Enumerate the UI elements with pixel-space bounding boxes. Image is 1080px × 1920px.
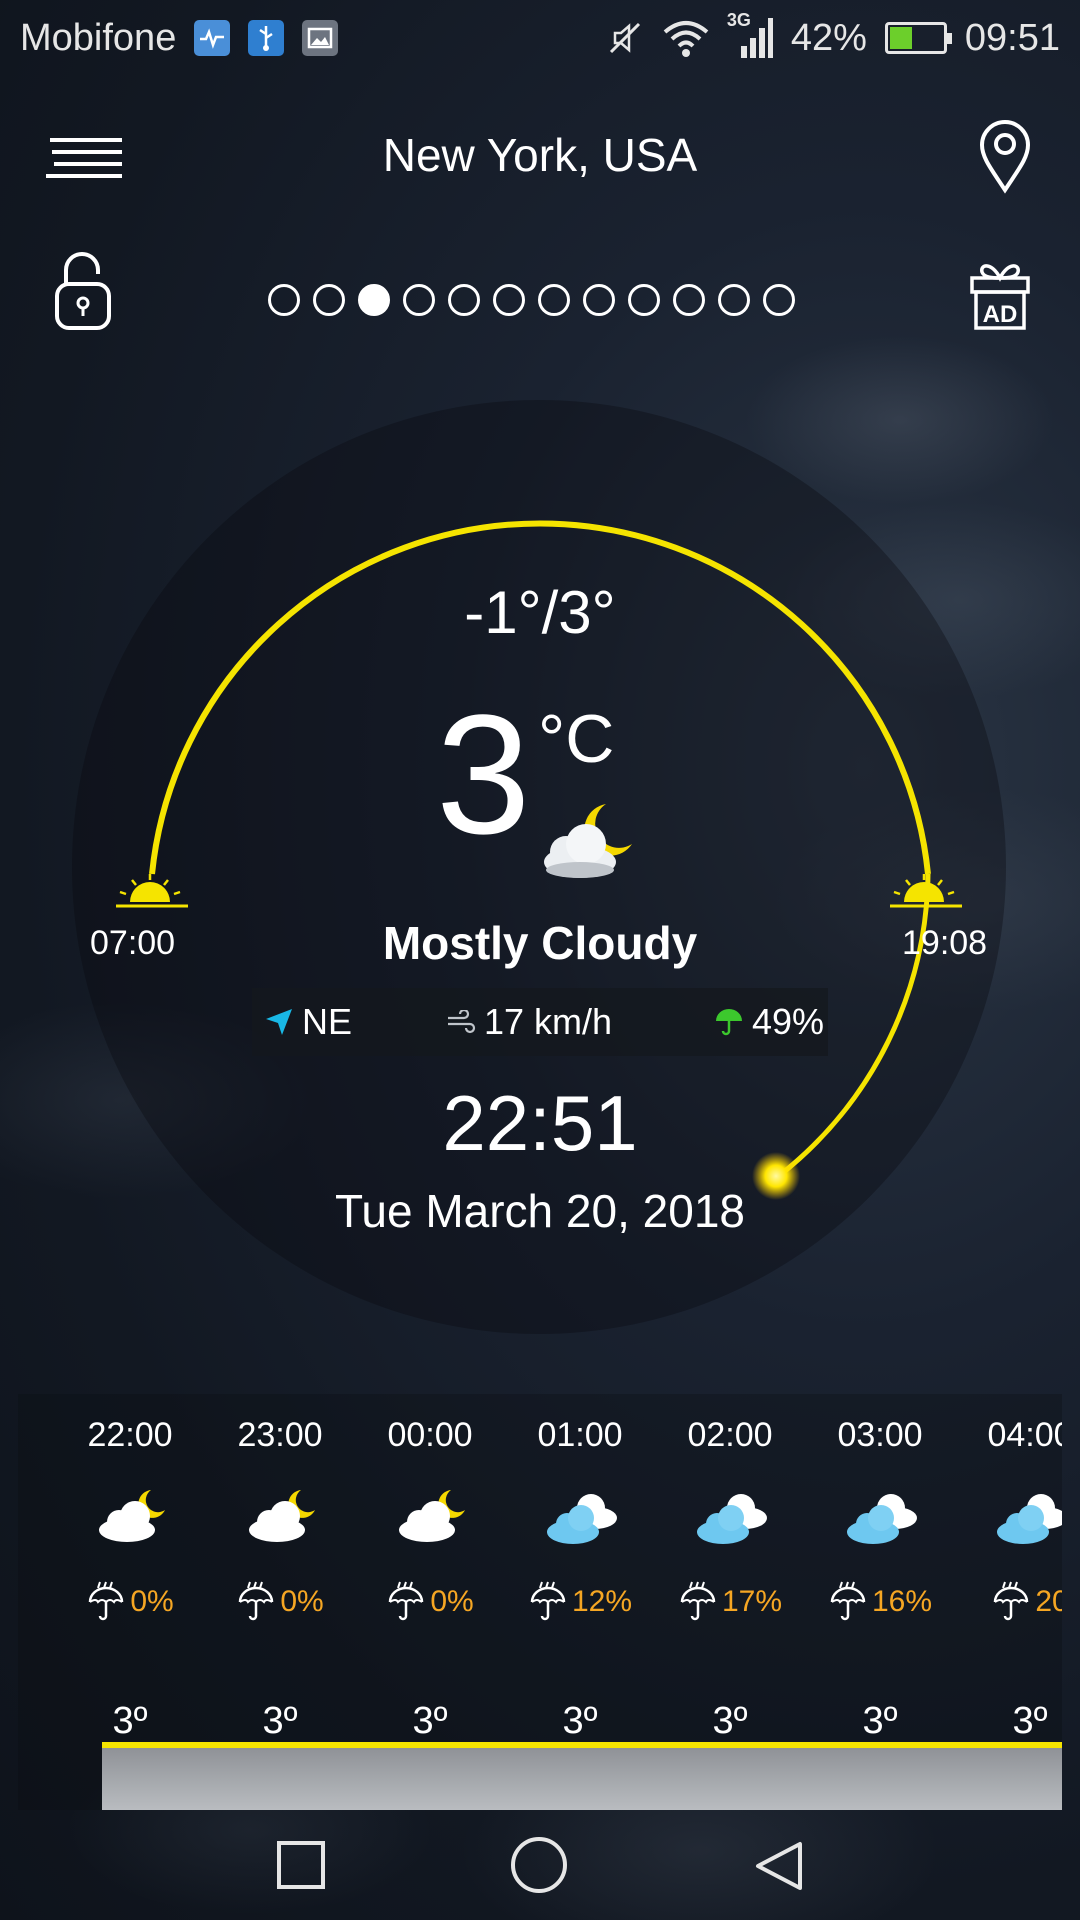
temperature-unit[interactable]: °C: [538, 700, 614, 778]
cloudy-icon: [995, 1486, 1062, 1546]
hour-rain-chance: 0%: [205, 1580, 355, 1624]
hour-temperature: 3º: [862, 1700, 898, 1742]
low-high-temperature: -1°/3°: [464, 579, 616, 646]
umbrella-icon: [716, 1009, 742, 1036]
hour-rain-label: 16%: [871, 1585, 933, 1618]
hour-time: 02:00: [687, 1416, 773, 1454]
navigation-bar: [0, 1810, 1080, 1920]
direction-arrow-icon: [266, 1009, 292, 1035]
hour-temperature: 3º: [262, 1700, 298, 1742]
hour-temperature: 3º: [112, 1700, 148, 1742]
hour-rain-chance: 17%: [655, 1580, 805, 1624]
rain-umbrella-icon: [680, 1581, 716, 1621]
night-cloud-icon: [95, 1486, 169, 1546]
local-date: Tue March 20, 2018: [335, 1185, 745, 1237]
hour-rain-label: 0%: [280, 1585, 324, 1618]
recent-apps-icon[interactable]: [276, 1840, 326, 1890]
wind-speed-label: 17 km/h: [484, 1001, 613, 1042]
wind-direction-label: NE: [302, 1001, 353, 1042]
sunset-icon: [890, 874, 962, 908]
rain-chance-label: 49%: [752, 1001, 825, 1042]
condition-text: Mostly Cloudy: [382, 917, 698, 969]
rain-umbrella-icon: [830, 1581, 866, 1621]
sunrise-icon: [116, 874, 188, 908]
rain-umbrella-icon: [89, 1581, 124, 1621]
rain-umbrella-icon: [530, 1581, 566, 1621]
rain-umbrella-icon: [389, 1581, 424, 1621]
hour-rain-chance: 12%: [505, 1580, 655, 1624]
hour-temperature: 3º: [562, 1700, 598, 1742]
cloudy-icon: [845, 1486, 919, 1546]
hour-rain-label: 0%: [430, 1585, 474, 1618]
hour-rain-chance: 20: [955, 1580, 1062, 1624]
wind-icon: [448, 1010, 476, 1034]
hour-time: 00:00: [387, 1416, 473, 1454]
hour-temperature: 3º: [412, 1700, 448, 1742]
cloudy-icon: [695, 1486, 769, 1546]
back-icon[interactable]: [752, 1840, 804, 1892]
local-time: 22:51: [442, 1079, 638, 1167]
hour-rain-chance: 16%: [805, 1580, 955, 1624]
night-cloud-icon: [245, 1486, 319, 1546]
hour-time: 03:00: [837, 1416, 923, 1454]
current-temperature: 3: [436, 680, 531, 870]
night-cloud-icon: [395, 1486, 469, 1546]
hour-rain-chance: 0%: [55, 1580, 205, 1624]
hour-rain-label: 12%: [571, 1585, 633, 1618]
hour-time: 23:00: [237, 1416, 323, 1454]
cloudy-icon: [545, 1486, 619, 1546]
rain-umbrella-icon: [994, 1581, 1029, 1621]
rain-umbrella-icon: [239, 1581, 274, 1621]
hour-rain-label: 17%: [721, 1585, 783, 1618]
hour-time: 04:00: [987, 1416, 1062, 1454]
hour-time: 22:00: [87, 1416, 173, 1454]
wind-direction: NE: [264, 1001, 352, 1043]
hour-temperature: 3º: [1012, 1700, 1048, 1742]
hourly-forecast[interactable]: 22:00 0% 3º 23:00 0% 3º 00:00 0% 3º 01:00 12% 3º 02:…: [18, 1394, 1062, 1810]
moon-cloud-icon: [544, 804, 632, 878]
rain-chance: 49%: [714, 1001, 824, 1043]
wind-speed: 17 km/h: [446, 1001, 612, 1043]
home-icon[interactable]: [510, 1836, 568, 1894]
hour-rain-label: 20: [1035, 1585, 1062, 1618]
hour-temperature: 3º: [712, 1700, 748, 1742]
temperature-area-graph: [102, 1748, 1062, 1810]
hour-rain-chance: 0%: [355, 1580, 505, 1624]
hour-rain-label: 0%: [130, 1585, 174, 1618]
hour-time: 01:00: [537, 1416, 623, 1454]
wind-rain-bar: NE 17 km/h 49%: [252, 988, 828, 1056]
